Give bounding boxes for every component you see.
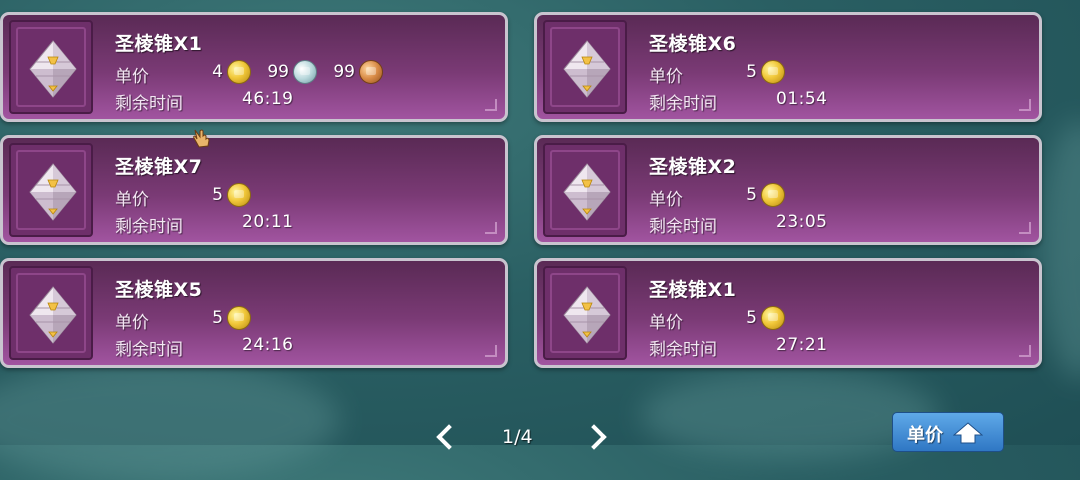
holy-pyramid-item-icon	[563, 286, 611, 344]
unit-price-label: 单价	[649, 313, 683, 333]
gold-coin-icon	[227, 183, 251, 207]
item-title: 圣棱锥X2	[649, 156, 737, 178]
price-amount: 5	[212, 308, 223, 328]
item-icon-frame	[9, 143, 93, 237]
remaining-time-value: 24:16	[242, 335, 294, 355]
price-row: 5	[737, 183, 793, 207]
price-amount: 5	[746, 308, 757, 328]
corner-ornament	[1019, 99, 1031, 111]
previous-page-arrow-icon[interactable]	[436, 424, 462, 450]
remaining-time-label: 剩余时间	[649, 94, 717, 114]
gold-coin-icon	[761, 60, 785, 84]
gold-coin-icon	[761, 306, 785, 330]
price-amount: 5	[212, 185, 223, 205]
remaining-time-label: 剩余时间	[115, 217, 183, 237]
up-arrow-icon	[953, 422, 983, 444]
corner-ornament	[485, 222, 497, 234]
item-title: 圣棱锥X7	[115, 156, 203, 178]
price-amount: 5	[746, 62, 757, 82]
unit-price-label: 单价	[649, 190, 683, 210]
price-amount: 99	[267, 62, 289, 82]
gold-coin-icon	[227, 306, 251, 330]
remaining-time-label: 剩余时间	[649, 217, 717, 237]
next-page-arrow-icon[interactable]	[581, 424, 607, 450]
gold-coin-icon	[227, 60, 251, 84]
item-title: 圣棱锥X6	[649, 33, 737, 55]
remaining-time-value: 01:54	[776, 89, 828, 109]
holy-pyramid-item-icon	[29, 286, 77, 344]
item-title: 圣棱锥X1	[649, 279, 737, 301]
listing-card[interactable]: 圣棱锥X2 单价 5 剩余时间 23:05	[534, 135, 1042, 245]
item-title: 圣棱锥X5	[115, 279, 203, 301]
listing-card[interactable]: 圣棱锥X1 单价 4 99 99 剩余时间 46:19	[0, 12, 508, 122]
hand-cursor-icon	[193, 129, 210, 148]
holy-pyramid-item-icon	[29, 163, 77, 221]
remaining-time-value: 27:21	[776, 335, 828, 355]
unit-price-label: 单价	[115, 190, 149, 210]
corner-ornament	[1019, 222, 1031, 234]
remaining-time-label: 剩余时间	[649, 340, 717, 360]
listing-card[interactable]: 圣棱锥X1 单价 5 剩余时间 27:21	[534, 258, 1042, 368]
pagination: 1/4	[430, 420, 610, 450]
price-amount: 99	[333, 62, 355, 82]
holy-pyramid-item-icon	[29, 40, 77, 98]
item-icon-frame	[9, 266, 93, 360]
price-row: 5	[737, 306, 793, 330]
bronze-coin-icon	[359, 60, 383, 84]
unit-price-label: 单价	[649, 67, 683, 87]
holy-pyramid-item-icon	[563, 163, 611, 221]
item-icon-frame	[543, 20, 627, 114]
item-icon-frame	[543, 266, 627, 360]
listing-card[interactable]: 圣棱锥X6 单价 5 剩余时间 01:54	[534, 12, 1042, 122]
silver-coin-icon	[293, 60, 317, 84]
unit-price-label: 单价	[115, 67, 149, 87]
unit-price-label: 单价	[115, 313, 149, 333]
remaining-time-value: 20:11	[242, 212, 294, 232]
corner-ornament	[1019, 345, 1031, 357]
price-row: 5	[203, 183, 259, 207]
corner-ornament	[485, 345, 497, 357]
remaining-time-label: 剩余时间	[115, 94, 183, 114]
corner-ornament	[485, 99, 497, 111]
price-amount: 5	[746, 185, 757, 205]
remaining-time-value: 23:05	[776, 212, 828, 232]
holy-pyramid-item-icon	[563, 40, 611, 98]
listing-card[interactable]: 圣棱锥X7 单价 5 剩余时间 20:11	[0, 135, 508, 245]
item-icon-frame	[9, 20, 93, 114]
price-row: 5	[737, 60, 793, 84]
listing-card[interactable]: 圣棱锥X5 单价 5 剩余时间 24:16	[0, 258, 508, 368]
sort-by-unit-price-button[interactable]: 单价	[892, 412, 1004, 452]
sort-button-label: 单价	[907, 425, 943, 446]
gold-coin-icon	[761, 183, 785, 207]
price-amount: 4	[212, 62, 223, 82]
item-icon-frame	[543, 143, 627, 237]
price-row: 4 99 99	[203, 60, 391, 84]
remaining-time-label: 剩余时间	[115, 340, 183, 360]
price-row: 5	[203, 306, 259, 330]
item-title: 圣棱锥X1	[115, 33, 203, 55]
remaining-time-value: 46:19	[242, 89, 294, 109]
